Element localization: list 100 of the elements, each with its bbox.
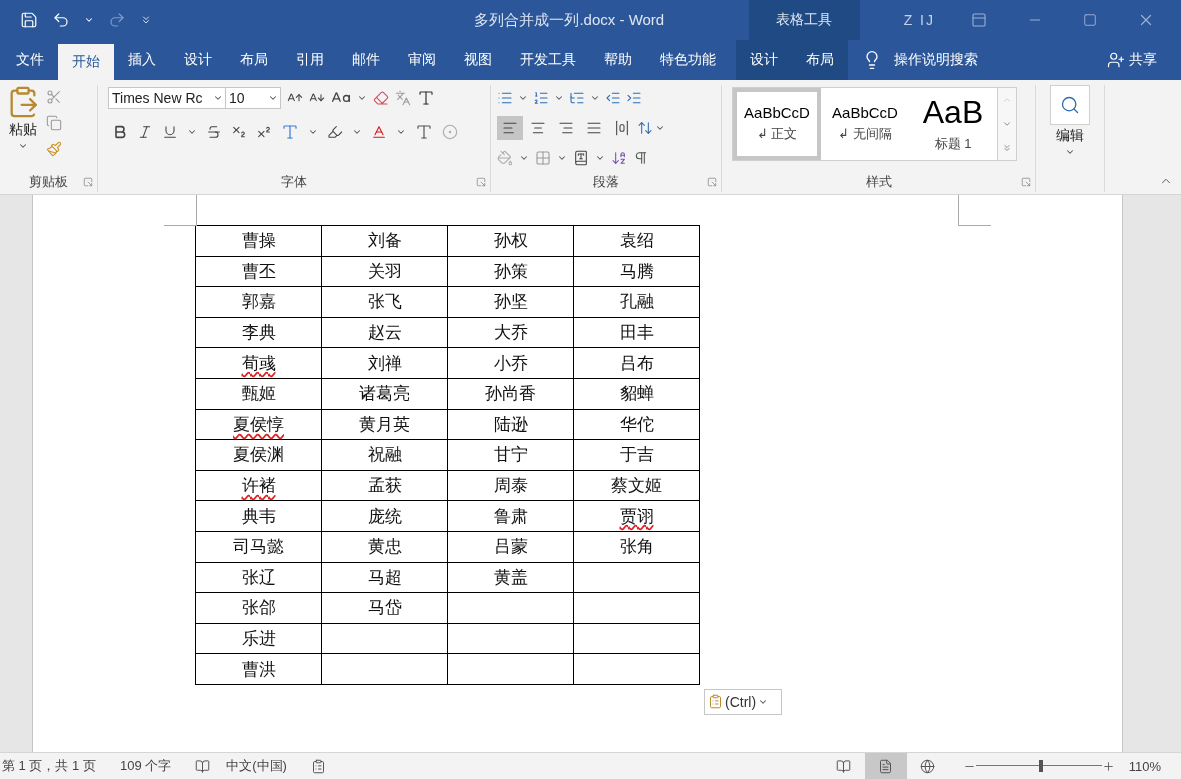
ribbon-tab[interactable]: 布局 (792, 40, 848, 80)
ribbon-tab[interactable]: 开发工具 (506, 40, 590, 80)
ribbon-tab[interactable]: 审阅 (394, 40, 450, 80)
superscript-icon[interactable] (256, 124, 272, 140)
table-cell: 曹丕 (195, 256, 322, 287)
word-count[interactable]: 109 个字 (119, 757, 172, 775)
share-icon[interactable] (1107, 51, 1125, 69)
zoom-in-icon[interactable] (1101, 759, 1115, 773)
caret-icon[interactable] (18, 141, 28, 151)
page-count[interactable]: 第 1 页，共 1 页 (2, 757, 96, 775)
multilevel-list-icon[interactable] (569, 90, 585, 106)
read-mode-icon[interactable] (836, 758, 852, 774)
clipboard-icon[interactable] (708, 694, 723, 710)
caret-icon[interactable] (1065, 147, 1075, 157)
font-name-field[interactable]: Times New Rc (108, 87, 226, 109)
ribbon-tab[interactable]: 开始 (58, 44, 114, 80)
style-item[interactable]: AaBbCcD ↲ 无间隔 (821, 88, 909, 160)
caret-icon[interactable] (308, 127, 318, 137)
caret-icon[interactable] (396, 127, 406, 137)
decrease-indent-icon[interactable] (605, 90, 621, 106)
sort-icon[interactable] (611, 150, 627, 166)
redo-icon[interactable] (108, 11, 126, 29)
align-button[interactable] (497, 116, 523, 140)
style-item[interactable]: AaBbCcD ↲ 正文 (733, 88, 821, 160)
caret-icon[interactable] (268, 93, 278, 103)
ribbon-tab[interactable]: 视图 (450, 40, 506, 80)
caret-icon[interactable] (554, 93, 564, 103)
text-effects-icon[interactable] (281, 123, 299, 141)
caret-icon[interactable] (590, 93, 600, 103)
caret-icon[interactable] (519, 153, 529, 163)
caret-icon[interactable] (352, 127, 362, 137)
user-name[interactable]: Z IJ (903, 12, 935, 28)
customize-icon[interactable] (140, 14, 152, 26)
view-button[interactable] (864, 753, 907, 779)
phonetic-guide-icon[interactable] (395, 90, 411, 106)
numbering-icon[interactable] (533, 90, 549, 106)
zoom-slider-thumb[interactable] (1039, 760, 1044, 772)
undo-icon[interactable] (52, 11, 70, 29)
caret-icon[interactable] (84, 15, 94, 25)
clear-formatting-icon[interactable] (373, 90, 389, 106)
launcher-icon[interactable] (1021, 177, 1031, 187)
caret-icon[interactable] (655, 123, 665, 133)
increase-indent-icon[interactable] (626, 90, 642, 106)
ribbon-tab[interactable]: 布局 (226, 40, 282, 80)
strikethrough-icon[interactable] (206, 124, 222, 140)
tell-me-search[interactable]: 操作说明搜索 (894, 51, 978, 69)
ribbon-tab[interactable]: 引用 (282, 40, 338, 80)
font-color-icon[interactable] (371, 124, 387, 140)
launcher-icon[interactable] (476, 177, 486, 187)
cut-icon[interactable] (46, 89, 62, 105)
print-layout-icon[interactable] (878, 758, 894, 774)
format-painter-icon[interactable] (46, 141, 62, 157)
distribute-icon[interactable] (614, 120, 630, 136)
save-icon[interactable] (20, 11, 38, 29)
copy-icon[interactable] (46, 115, 62, 131)
caret-icon[interactable] (357, 93, 367, 103)
caret-icon[interactable] (213, 93, 223, 103)
scroll-down-icon[interactable] (1002, 119, 1012, 129)
subscript-icon[interactable] (231, 124, 247, 140)
ribbon-tab[interactable]: 邮件 (338, 40, 394, 80)
search-icon[interactable] (1060, 95, 1080, 115)
caret-icon[interactable] (518, 93, 528, 103)
maximize-icon[interactable] (1083, 13, 1097, 27)
ribbon-tab[interactable]: 插入 (114, 40, 170, 80)
underline-icon[interactable] (162, 124, 178, 140)
table-cell: 貂蝉 (573, 378, 700, 410)
justify-icon[interactable] (586, 120, 602, 136)
style-item[interactable]: AaB 标题 1 (909, 88, 997, 160)
show-marks-icon[interactable] (633, 150, 649, 166)
proofing-icon[interactable] (195, 758, 211, 774)
editing-button[interactable]: 编辑 (1056, 127, 1084, 145)
language[interactable]: 中文(中国) (226, 757, 287, 775)
line-spacing-icon[interactable] (637, 120, 653, 136)
zoom-level[interactable]: 110% (1128, 758, 1161, 774)
align-center-icon[interactable] (530, 120, 546, 136)
ribbon-display-icon[interactable] (971, 12, 987, 28)
caret-icon[interactable] (595, 153, 605, 163)
share-button[interactable]: 共享 (1129, 51, 1157, 69)
align-left-icon[interactable] (502, 120, 518, 136)
character-shading-icon[interactable] (415, 123, 433, 141)
ribbon-tab[interactable]: 文件 (2, 40, 58, 80)
zoom-slider[interactable] (975, 760, 1102, 772)
ribbon-tab[interactable]: 设计 (170, 40, 226, 80)
ribbon-tab[interactable]: 设计 (736, 40, 792, 80)
font-size-field[interactable]: 10 (225, 87, 281, 109)
character-border-icon[interactable] (417, 89, 435, 107)
web-layout-icon[interactable] (920, 758, 936, 774)
italic-icon[interactable] (137, 124, 153, 140)
ribbon-tab[interactable]: 特色功能 (646, 40, 730, 80)
bullets-icon[interactable] (497, 90, 513, 106)
align-right-icon[interactable] (558, 120, 574, 136)
launcher-icon[interactable] (83, 177, 93, 187)
bold-icon[interactable] (112, 124, 128, 140)
caret-icon[interactable] (557, 153, 567, 163)
launcher-icon[interactable] (707, 177, 717, 187)
caret-icon[interactable] (187, 127, 197, 137)
ribbon-tab[interactable]: 帮助 (590, 40, 646, 80)
paste-options-button[interactable]: (Ctrl) (704, 688, 782, 715)
paste-button[interactable]: 粘贴 (9, 121, 37, 139)
highlight-icon[interactable] (327, 124, 343, 140)
